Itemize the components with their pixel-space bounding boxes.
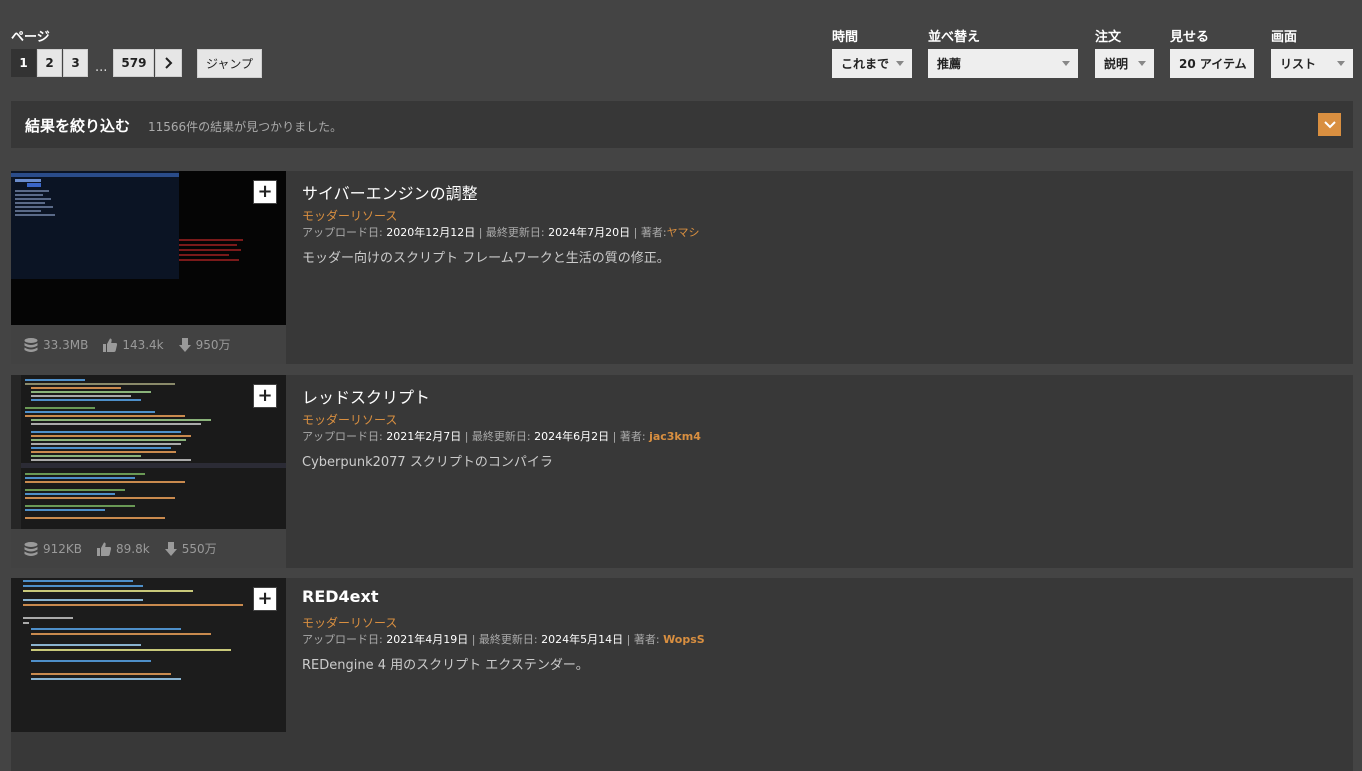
mod-card: + 33.3MB 143.4k 950万 サイバーエンジンの調整 モッダーリソー… [11, 171, 1353, 364]
time-select-value: これまで [841, 57, 890, 71]
show-select-value: 20 アイテム [1179, 57, 1247, 71]
order-label: 注文 [1095, 30, 1122, 45]
caret-down-icon [1062, 61, 1070, 66]
mod-description: モッダー向けのスクリプト フレームワークと生活の質の修正。 [302, 251, 670, 266]
thumbs-up-icon [97, 542, 112, 556]
author-label: 著者: [640, 226, 667, 239]
caret-down-icon [896, 61, 904, 66]
author-link[interactable]: ヤマシ [667, 226, 700, 239]
code-editor-image [11, 578, 286, 732]
view-label: 画面 [1271, 30, 1298, 45]
file-size-value: 912KB [43, 541, 83, 556]
pagination: 1 2 3 ... 579 [11, 49, 183, 77]
mod-description: Cyberpunk2077 スクリプトのコンパイラ [302, 455, 553, 470]
file-size-value: 33.3MB [43, 337, 89, 352]
author-link[interactable]: WopsS [663, 633, 705, 646]
mod-stats: 33.3MB 143.4k 950万 [11, 325, 286, 364]
download-icon [178, 337, 191, 352]
database-icon [24, 337, 38, 352]
toolbar: ページ 1 2 3 ... 579 ジャンプ 時間 これまで 並べ替え 推薦 注… [0, 0, 1362, 92]
download-stat: 950万 [178, 336, 231, 353]
code-editor-image [11, 375, 286, 529]
mod-thumbnail[interactable] [11, 171, 286, 325]
console-screenshot-image [11, 171, 286, 325]
mod-title-link[interactable]: RED4ext [302, 587, 378, 606]
mod-meta: アップロード日: 2021年4月19日 | 最終更新日: 2024年5月14日 … [302, 633, 705, 646]
chevron-down-icon [1323, 120, 1336, 128]
jump-button[interactable]: ジャンプ [197, 49, 262, 78]
show-select[interactable]: 20 アイテム [1170, 49, 1254, 78]
endorsement-stat: 89.8k [96, 541, 150, 557]
mod-thumbnail[interactable] [11, 578, 286, 732]
time-select[interactable]: これまで [832, 49, 912, 78]
pagination-ellipsis: ... [95, 60, 108, 75]
updated-label: 最終更新日: [471, 430, 531, 443]
updated-date: 2024年5月14日 [541, 633, 624, 646]
add-to-collection-button[interactable]: + [253, 384, 277, 408]
order-select-value: 説明 [1104, 57, 1129, 71]
endorsement-count: 143.4k [122, 337, 164, 352]
sort-select[interactable]: 推薦 [928, 49, 1078, 78]
download-icon [164, 541, 177, 556]
caret-down-icon [1337, 61, 1345, 66]
database-icon [24, 541, 38, 556]
updated-date: 2024年7月20日 [548, 226, 631, 239]
mod-title-link[interactable]: レッドスクリプト [302, 384, 430, 408]
mod-description: REDengine 4 用のスクリプト エクステンダー。 [302, 658, 589, 673]
filter-title: 結果を絞り込む [25, 117, 131, 135]
result-count: 11566件の結果が見つかりました。 [148, 120, 343, 134]
updated-label: 最終更新日: [478, 633, 538, 646]
page-label: ページ [11, 30, 50, 45]
download-count: 550万 [181, 542, 217, 556]
download-count: 950万 [195, 338, 231, 352]
sort-label: 並べ替え [928, 30, 981, 45]
page-1-button[interactable]: 1 [11, 49, 36, 77]
page-2-button[interactable]: 2 [37, 49, 62, 77]
upload-date: 2021年2月7日 [386, 430, 462, 443]
mod-card: + 912KB 89.8k 550万 レッドスクリプト モッダーリソース アップ… [11, 375, 1353, 568]
mod-title-link[interactable]: サイバーエンジンの調整 [302, 180, 478, 204]
mod-thumbnail[interactable] [11, 375, 286, 529]
filter-toggle-button[interactable] [1318, 113, 1341, 136]
endorsement-stat: 143.4k [102, 337, 164, 353]
updated-date: 2024年6月2日 [534, 430, 610, 443]
author-label: 著者: [619, 430, 646, 443]
file-size-stat: 33.3MB [23, 337, 88, 353]
add-to-collection-button[interactable]: + [253, 587, 277, 611]
author-link[interactable]: jac3km4 [649, 430, 701, 443]
view-select[interactable]: リスト [1271, 49, 1353, 78]
page-3-button[interactable]: 3 [63, 49, 88, 77]
upload-label: アップロード日: [302, 633, 383, 646]
view-select-value: リスト [1280, 57, 1317, 71]
filter-bar: 結果を絞り込む 11566件の結果が見つかりました。 [11, 101, 1353, 148]
upload-date: 2021年4月19日 [386, 633, 469, 646]
next-page-button[interactable] [155, 49, 183, 77]
mod-category-link[interactable]: モッダーリソース [302, 614, 397, 631]
caret-down-icon [1138, 61, 1146, 66]
mod-meta: アップロード日: 2021年2月7日 | 最終更新日: 2024年6月2日 | … [302, 430, 701, 443]
page-last-button[interactable]: 579 [113, 49, 155, 77]
endorsement-count: 89.8k [116, 541, 150, 556]
mod-category-link[interactable]: モッダーリソース [302, 411, 397, 428]
download-stat: 550万 [164, 540, 217, 557]
time-label: 時間 [832, 30, 859, 45]
file-size-stat: 912KB [23, 541, 82, 557]
show-label: 見せる [1170, 30, 1210, 45]
chevron-right-icon [165, 57, 173, 69]
upload-label: アップロード日: [302, 226, 383, 239]
add-to-collection-button[interactable]: + [253, 180, 277, 204]
upload-date: 2020年12月12日 [386, 226, 476, 239]
sort-select-value: 推薦 [937, 57, 962, 71]
author-label: 著者: [633, 633, 660, 646]
mod-category-link[interactable]: モッダーリソース [302, 207, 397, 224]
order-select[interactable]: 説明 [1095, 49, 1154, 78]
upload-label: アップロード日: [302, 430, 383, 443]
updated-label: 最終更新日: [485, 226, 545, 239]
mod-meta: アップロード日: 2020年12月12日 | 最終更新日: 2024年7月20日… [302, 226, 700, 239]
mod-card: + RED4ext モッダーリソース アップロード日: 2021年4月19日 |… [11, 578, 1353, 771]
thumbs-up-icon [103, 338, 118, 352]
mod-stats: 912KB 89.8k 550万 [11, 529, 286, 568]
